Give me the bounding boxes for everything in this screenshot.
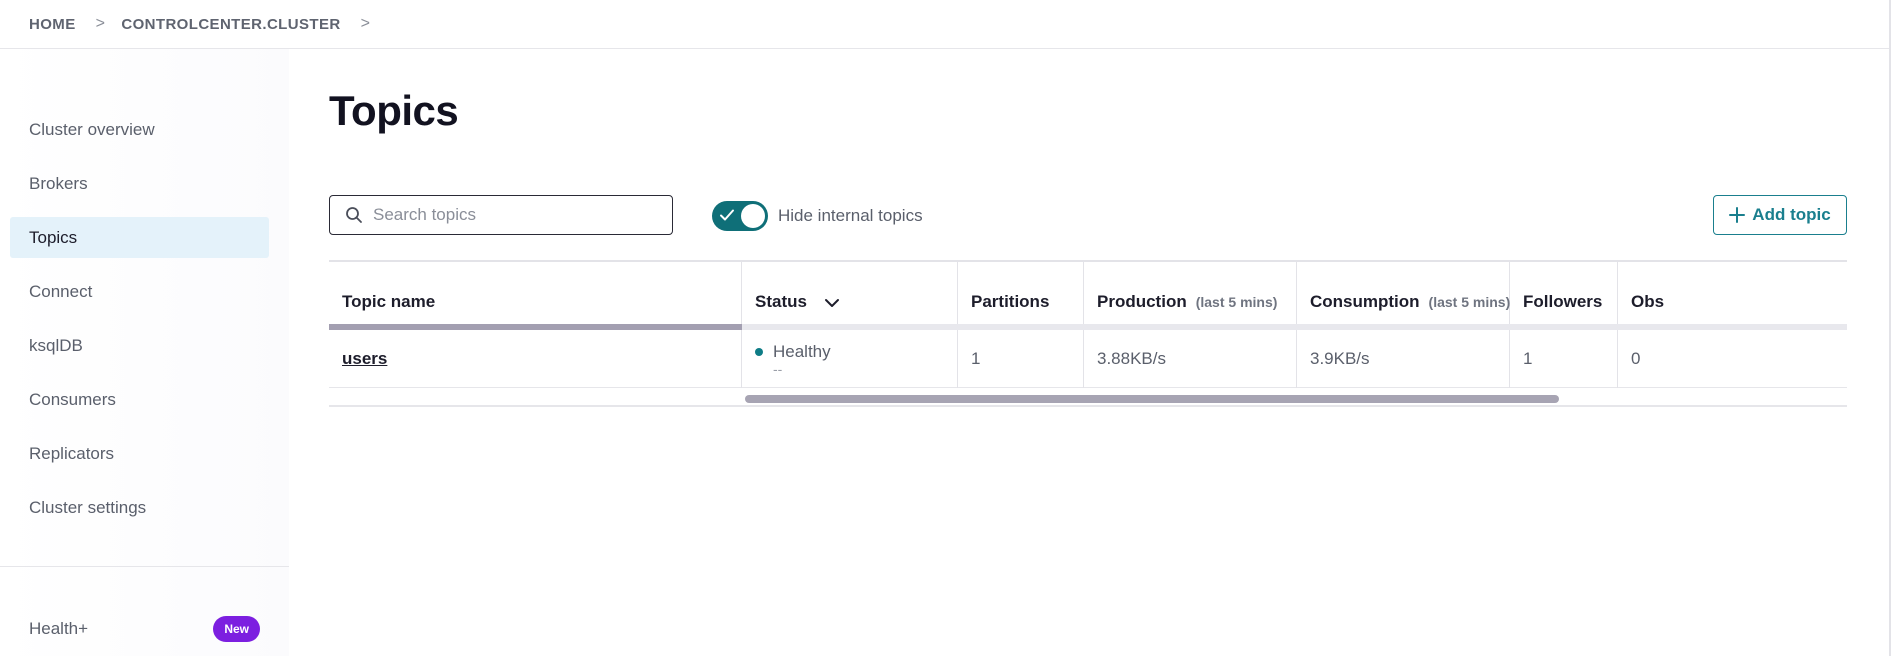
new-badge: New [213, 616, 260, 642]
chevron-right-icon: > [95, 15, 106, 32]
sidebar-nav: Cluster overview Brokers Topics Connect … [10, 109, 269, 541]
hide-internal-topics-control: Hide internal topics [712, 201, 923, 231]
topics-table: Topic name Status Partitions Production (… [329, 260, 1847, 407]
column-header-consumption[interactable]: Consumption (last 5 mins) [1297, 262, 1510, 328]
sidebar-item-consumers[interactable]: Consumers [10, 379, 269, 420]
breadcrumb-home[interactable]: HOME [29, 16, 76, 33]
column-sublabel: (last 5 mins) [1428, 294, 1511, 310]
column-label: Obs [1631, 292, 1665, 311]
plus-icon [1729, 207, 1746, 223]
column-sublabel: (last 5 mins) [1195, 294, 1278, 310]
horizontal-scrollbar[interactable] [745, 395, 1559, 403]
column-label: Production [1097, 292, 1187, 311]
add-topic-button[interactable]: Add topic [1713, 195, 1847, 235]
status-cell: Healthy -- [742, 330, 958, 388]
sidebar: Cluster overview Brokers Topics Connect … [0, 49, 289, 656]
column-header-observers[interactable]: Obs [1618, 262, 1847, 328]
status-text: Healthy [773, 342, 831, 361]
column-header-status[interactable]: Status [742, 262, 958, 328]
sidebar-item-brokers[interactable]: Brokers [10, 163, 269, 204]
hide-internal-topics-label: Hide internal topics [778, 206, 923, 225]
status-indicator: Healthy [755, 342, 831, 362]
add-topic-label: Add topic [1752, 205, 1831, 224]
table-header: Topic name Status Partitions Production (… [329, 262, 1847, 330]
column-label: Partitions [971, 292, 1050, 311]
toggle-knob [741, 204, 765, 228]
partitions-cell: 1 [958, 330, 1084, 388]
production-cell: 3.88KB/s [1084, 330, 1297, 388]
column-header-topic-name[interactable]: Topic name [329, 262, 742, 328]
table-row[interactable]: users Healthy -- 1 3.88KB/s 3.9KB/s 1 0 [329, 330, 1847, 388]
search-input[interactable] [373, 205, 653, 225]
window-edge [1889, 0, 1891, 656]
column-label: Topic name [342, 292, 436, 311]
observers-cell: 0 [1631, 349, 1641, 368]
chevron-down-icon [824, 298, 839, 307]
topic-name-link[interactable]: users [329, 330, 742, 388]
healthy-dot-icon [755, 348, 763, 356]
app-root: HOME > CONTROLCENTER.CLUSTER > Cluster o… [0, 0, 1899, 656]
sidebar-item-cluster-overview[interactable]: Cluster overview [10, 109, 269, 150]
health-plus-label: Health+ [29, 619, 89, 638]
column-header-followers[interactable]: Followers [1510, 262, 1618, 328]
search-box[interactable] [329, 195, 673, 235]
sidebar-item-ksqldb[interactable]: ksqlDB [10, 325, 269, 366]
breadcrumb-cluster[interactable]: CONTROLCENTER.CLUSTER [121, 16, 340, 33]
column-label: Followers [1523, 292, 1603, 311]
consumption-cell: 3.9KB/s [1297, 330, 1510, 388]
search-icon [346, 207, 362, 223]
sidebar-divider [0, 566, 289, 567]
followers-cell: 1 [1510, 330, 1618, 388]
sidebar-item-connect[interactable]: Connect [10, 271, 269, 312]
column-label: Status [755, 292, 807, 311]
column-header-partitions[interactable]: Partitions [958, 262, 1084, 328]
chevron-right-icon: > [360, 15, 371, 32]
column-label: Consumption [1310, 292, 1420, 311]
sidebar-item-topics[interactable]: Topics [10, 217, 269, 258]
sidebar-item-cluster-settings[interactable]: Cluster settings [10, 487, 269, 528]
hide-internal-topics-toggle[interactable] [712, 201, 768, 231]
status-subtext: -- [773, 361, 783, 377]
page-title: Topics [329, 87, 459, 134]
check-icon [720, 209, 734, 221]
breadcrumb: HOME > CONTROLCENTER.CLUSTER > [0, 0, 1890, 49]
sidebar-item-health-plus[interactable]: Health+ New [29, 614, 260, 644]
sidebar-item-replicators[interactable]: Replicators [10, 433, 269, 474]
column-header-production[interactable]: Production (last 5 mins) [1084, 262, 1297, 328]
